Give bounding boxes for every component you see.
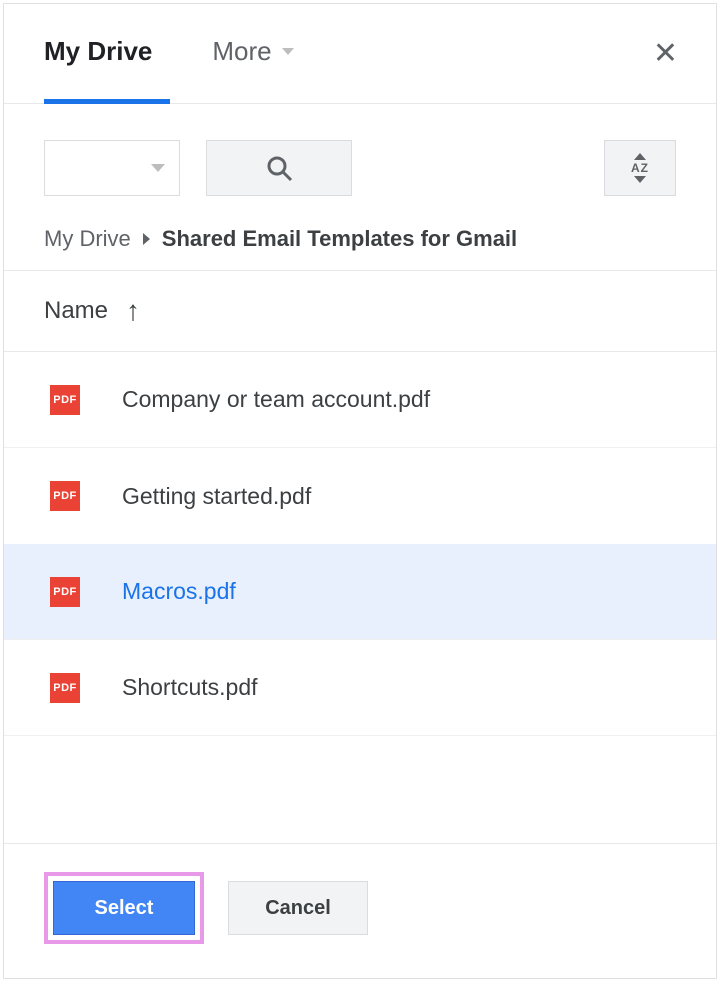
sort-ascending-icon: ↑ — [126, 295, 140, 327]
file-row[interactable]: PDF Company or team account.pdf — [4, 352, 716, 448]
dialog-footer: Select Cancel — [4, 843, 716, 978]
breadcrumb-root[interactable]: My Drive — [44, 226, 131, 252]
tabs-row: My Drive More ✕ — [4, 4, 716, 104]
file-row[interactable]: PDF Macros.pdf — [4, 544, 716, 640]
search-button[interactable] — [206, 140, 352, 196]
file-list: PDF Company or team account.pdf PDF Gett… — [4, 352, 716, 843]
breadcrumb: My Drive Shared Email Templates for Gmai… — [44, 226, 676, 252]
pdf-icon: PDF — [50, 673, 80, 703]
tab-more-label: More — [212, 36, 271, 67]
toolbar-row: AZ — [44, 140, 676, 196]
file-row[interactable]: PDF Getting started.pdf — [4, 448, 716, 544]
select-button-label: Select — [95, 897, 154, 920]
file-row[interactable]: PDF Shortcuts.pdf — [4, 640, 716, 736]
cancel-button-label: Cancel — [265, 897, 331, 920]
toolbar: AZ My Drive Shared Email Templates for G… — [4, 104, 716, 271]
select-button[interactable]: Select — [53, 881, 195, 935]
breadcrumb-current: Shared Email Templates for Gmail — [162, 226, 517, 252]
file-picker-dialog: My Drive More ✕ AZ — [3, 3, 717, 979]
chevron-down-icon — [151, 164, 165, 172]
close-icon: ✕ — [653, 37, 678, 70]
chevron-down-icon — [282, 48, 294, 55]
tab-more[interactable]: More — [212, 36, 293, 71]
active-tab-indicator — [44, 99, 170, 104]
file-name: Company or team account.pdf — [122, 386, 430, 413]
search-icon — [264, 153, 294, 183]
filter-dropdown[interactable] — [44, 140, 180, 196]
sort-button[interactable]: AZ — [604, 140, 676, 196]
pdf-icon: PDF — [50, 577, 80, 607]
tab-my-drive-label: My Drive — [44, 36, 152, 67]
close-button[interactable]: ✕ — [645, 32, 686, 75]
file-name: Shortcuts.pdf — [122, 674, 258, 701]
pdf-icon: PDF — [50, 481, 80, 511]
tab-my-drive[interactable]: My Drive — [44, 36, 152, 71]
cancel-button[interactable]: Cancel — [228, 881, 368, 935]
sort-az-icon: AZ — [631, 153, 649, 183]
pdf-icon: PDF — [50, 385, 80, 415]
chevron-right-icon — [143, 233, 150, 245]
column-name-label: Name — [44, 297, 108, 325]
select-button-highlight: Select — [44, 872, 204, 944]
file-name: Macros.pdf — [122, 578, 236, 605]
column-header[interactable]: Name ↑ — [4, 271, 716, 352]
file-name: Getting started.pdf — [122, 483, 311, 510]
